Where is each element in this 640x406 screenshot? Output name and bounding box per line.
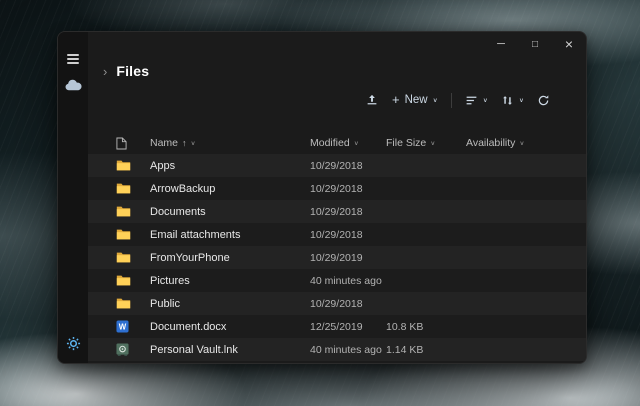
chevron-down-icon: ∨ [519, 140, 524, 146]
spacer [88, 114, 586, 132]
upload-icon [365, 93, 379, 107]
upload-button[interactable] [365, 93, 379, 107]
sidebar [58, 32, 88, 363]
page-title[interactable]: Files [116, 63, 149, 79]
file-name: Email attachments [150, 229, 310, 241]
file-modified: 10/29/2018 [310, 183, 386, 195]
folder-icon [116, 251, 150, 264]
chevron-down-icon: ∨ [430, 140, 435, 146]
chevron-down-icon: ∨ [433, 97, 438, 103]
file-name: Public [150, 298, 310, 310]
table-row[interactable]: Public10/29/2018 [88, 292, 586, 315]
hamburger-menu-icon[interactable] [67, 54, 79, 64]
file-name: Documents [150, 206, 310, 218]
column-label: Availability [466, 137, 515, 149]
table-row[interactable]: Documents10/29/2018 [88, 200, 586, 223]
file-modified: 40 minutes ago [310, 275, 386, 287]
sort-lines-icon [465, 94, 478, 107]
close-button[interactable]: × [552, 32, 586, 56]
word-doc-icon: W [116, 320, 150, 333]
table-row[interactable]: Personal Vault.lnk40 minutes ago1.14 KB [88, 338, 586, 361]
file-modified: 10/29/2018 [310, 206, 386, 218]
file-name: Document.docx [150, 321, 310, 333]
chevron-down-icon: ∨ [483, 97, 488, 103]
arrows-up-down-icon [501, 94, 514, 107]
chevron-down-icon: ∨ [191, 140, 196, 146]
chevron-right-icon: › [103, 65, 107, 78]
column-label: File Size [386, 137, 426, 149]
folder-icon [116, 182, 150, 195]
sort-button[interactable]: ∨ [465, 94, 488, 107]
maximize-button[interactable]: □ [518, 32, 552, 56]
vault-icon [116, 343, 150, 356]
table-row[interactable]: Apps10/29/2018 [88, 154, 586, 177]
file-modified: 12/25/2019 [310, 321, 386, 333]
main-panel: ─ □ × › Files + New ∨ [88, 32, 586, 363]
table-row[interactable]: Pictures40 minutes ago [88, 269, 586, 292]
folder-icon [116, 228, 150, 241]
folder-icon [116, 274, 150, 287]
file-modified: 10/29/2018 [310, 298, 386, 310]
chevron-down-icon: ∨ [519, 97, 524, 103]
column-label: Modified [310, 137, 350, 149]
toolbar: + New ∨ ∨ ∨ [88, 86, 586, 114]
plus-icon: + [392, 93, 400, 106]
toolbar-separator [451, 93, 452, 108]
chevron-down-icon: ∨ [354, 140, 359, 146]
table-row[interactable]: Email attachments10/29/2018 [88, 223, 586, 246]
column-header-availability[interactable]: Availability ∨ [466, 137, 586, 149]
svg-text:W: W [119, 322, 127, 331]
file-rows: Apps10/29/2018 ArrowBackup10/29/2018 Doc… [88, 154, 586, 363]
file-modified: 10/29/2018 [310, 229, 386, 241]
refresh-button[interactable] [537, 94, 550, 107]
file-name: Pictures [150, 275, 310, 287]
new-button-label: New [405, 94, 428, 106]
onedrive-cloud-icon[interactable] [64, 79, 82, 91]
column-header-size[interactable]: File Size ∨ [386, 137, 466, 149]
titlebar: ─ □ × [88, 32, 586, 56]
column-header-name[interactable]: Name ↑ ∨ [150, 137, 310, 149]
file-modified: 10/29/2018 [310, 160, 386, 172]
file-size: 10.8 KB [386, 321, 466, 333]
table-row[interactable]: ArrowBackup10/29/2018 [88, 177, 586, 200]
file-type-column-icon[interactable] [116, 137, 150, 150]
table-header: Name ↑ ∨ Modified ∨ File Size ∨ Availabi… [88, 132, 586, 154]
sort-ascending-icon: ↑ [182, 138, 187, 148]
file-name: Personal Vault.lnk [150, 344, 310, 356]
folder-icon [116, 297, 150, 310]
column-header-modified[interactable]: Modified ∨ [310, 137, 386, 149]
settings-gear-icon[interactable] [66, 336, 81, 351]
folder-icon [116, 205, 150, 218]
column-label: Name [150, 137, 178, 149]
folder-icon [116, 159, 150, 172]
refresh-icon [537, 94, 550, 107]
new-button[interactable]: + New ∨ [392, 94, 438, 106]
table-row[interactable]: FromYourPhone10/29/2019 [88, 246, 586, 269]
onedrive-window: ─ □ × › Files + New ∨ [57, 31, 587, 364]
file-modified: 40 minutes ago [310, 344, 386, 356]
file-name: Apps [150, 160, 310, 172]
file-name: ArrowBackup [150, 183, 310, 195]
file-name: FromYourPhone [150, 252, 310, 264]
file-modified: 10/29/2019 [310, 252, 386, 264]
breadcrumb: › Files [88, 56, 586, 86]
table-row[interactable]: W Document.docx12/25/201910.8 KB [88, 315, 586, 338]
sort-order-button[interactable]: ∨ [501, 94, 524, 107]
file-size: 1.14 KB [386, 344, 466, 356]
minimize-button[interactable]: ─ [484, 32, 518, 56]
